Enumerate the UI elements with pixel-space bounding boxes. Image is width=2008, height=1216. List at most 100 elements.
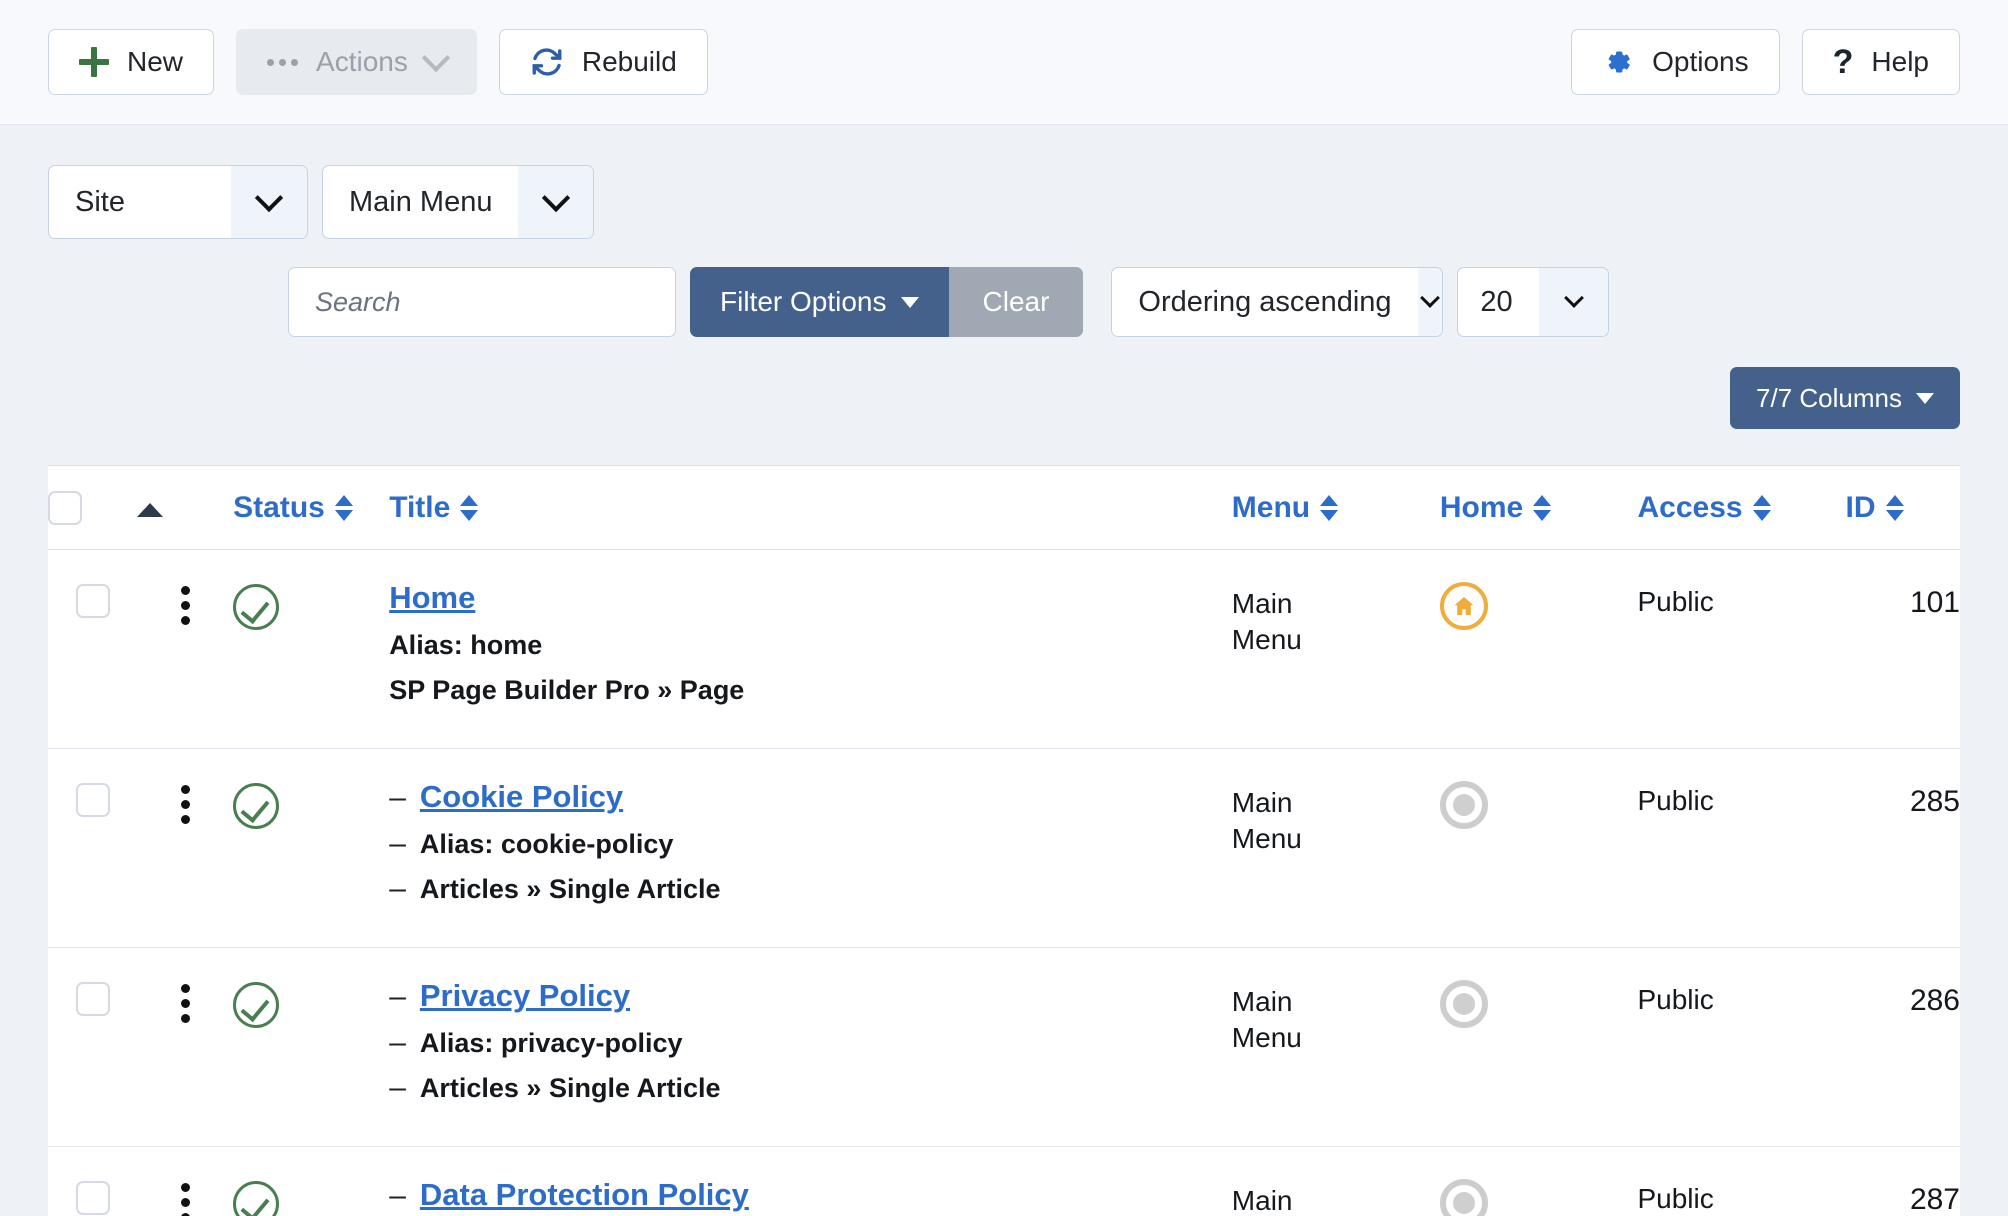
home-header[interactable]: Home [1439, 464, 1638, 551]
chevron-down-icon [1538, 268, 1609, 336]
row-checkbox[interactable] [75, 783, 110, 818]
id-header-label: ID [1845, 490, 1876, 524]
row-select-cell [48, 748, 138, 948]
row-status-cell [233, 947, 390, 1147]
indent-dash-icon: – [389, 872, 406, 906]
new-button[interactable]: New [48, 29, 215, 95]
row-id-value: 101 [1909, 586, 1960, 620]
row-alias: Alias: privacy-policy [419, 1028, 683, 1059]
select-all-checkbox[interactable] [48, 491, 82, 526]
row-checkbox[interactable] [75, 982, 110, 1017]
status-published-icon[interactable] [233, 1181, 280, 1216]
refresh-icon [530, 45, 564, 79]
options-button[interactable]: Options [1571, 29, 1780, 95]
menu-header[interactable]: Menu [1231, 464, 1440, 551]
site-select[interactable]: Site [48, 165, 308, 239]
filter-options-button[interactable]: Filter Options [690, 267, 949, 337]
row-menu-kebab-icon[interactable] [180, 1147, 190, 1216]
indent-dash-icon: – [389, 1026, 406, 1060]
search-input[interactable] [289, 268, 675, 336]
chevron-down-icon [231, 166, 307, 238]
id-header[interactable]: ID [1845, 464, 1960, 551]
row-status-cell [233, 549, 390, 749]
row-title-cell: – Cookie Policy – Alias: cookie-policy – Arti… [389, 748, 1232, 948]
row-checkbox[interactable] [75, 1181, 110, 1216]
row-id-cell: 101 [1845, 549, 1960, 749]
row-title-cell: – Data Protection Policy [389, 1146, 1232, 1216]
rebuild-button-label: Rebuild [581, 46, 677, 77]
row-title-link[interactable]: Home [389, 580, 475, 616]
menu-items-table-wrapper: Status Title Menu Home Access ID Home Al… [0, 464, 2008, 1216]
indent-dash-icon: – [389, 827, 406, 861]
caret-down-icon [900, 296, 919, 308]
menu-items-table: Status Title Menu Home Access ID Home Al… [48, 464, 1960, 1216]
row-id-value: 287 [1909, 1183, 1960, 1216]
row-menu-kebab-icon[interactable] [180, 550, 190, 626]
chevron-down-icon [518, 166, 593, 238]
ordering-header[interactable] [137, 464, 234, 551]
list-limit-select[interactable]: 20 [1457, 267, 1610, 337]
home-not-default-icon[interactable] [1439, 1179, 1488, 1216]
row-select-cell [48, 1146, 138, 1216]
sort-icon [1533, 494, 1552, 521]
home-default-icon[interactable] [1439, 582, 1488, 631]
row-type: Articles » Single Article [419, 874, 721, 905]
row-menu-cell: Main Menu [1231, 549, 1440, 749]
scope-select-row: Site Main Menu [48, 125, 1960, 239]
chevron-down-icon [421, 43, 450, 73]
status-header-label: Status [233, 490, 325, 524]
ordering-select-value: Ordering ascending [1138, 285, 1392, 318]
sort-icon [1752, 494, 1771, 521]
row-type: SP Page Builder Pro » Page [389, 675, 745, 706]
row-checkbox[interactable] [75, 584, 110, 619]
caret-down-icon [1916, 392, 1934, 404]
indent-dash-icon: – [389, 1071, 406, 1105]
row-menu-kebab-icon[interactable] [180, 948, 190, 1024]
clear-filters-button[interactable]: Clear [948, 267, 1084, 337]
row-menu-name: Main [1231, 1185, 1293, 1216]
row-menu-name: Main Menu [1231, 787, 1302, 854]
rebuild-button[interactable]: Rebuild [498, 29, 708, 95]
row-title-link[interactable]: Data Protection Policy [420, 1177, 749, 1213]
search-filter-row: Filter Options Clear Ordering ascending … [288, 267, 1960, 337]
access-header[interactable]: Access [1637, 464, 1846, 551]
actions-button[interactable]: Actions [236, 29, 477, 95]
status-published-icon[interactable] [233, 783, 280, 830]
row-title-cell: – Privacy Policy – Alias: privacy-policy – Ar… [389, 947, 1232, 1147]
row-id-cell: 285 [1845, 748, 1960, 948]
caret-up-icon[interactable] [137, 502, 164, 517]
row-alias: Alias: cookie-policy [419, 829, 674, 860]
row-home-cell [1439, 1146, 1638, 1216]
indent-dash-icon: – [389, 781, 406, 815]
columns-toggle-button[interactable]: 7/7 Columns [1730, 367, 1960, 429]
help-button[interactable]: ? Help [1801, 29, 1960, 95]
search-box[interactable] [288, 267, 676, 337]
row-alias: Alias: home [389, 630, 543, 661]
status-published-icon[interactable] [233, 584, 280, 631]
table-row: – Privacy Policy – Alias: privacy-policy – Ar… [48, 947, 1960, 1147]
row-home-cell [1439, 947, 1638, 1147]
row-menu-cell: Main [1231, 1146, 1440, 1216]
home-not-default-icon[interactable] [1439, 980, 1488, 1029]
row-title-link[interactable]: Privacy Policy [420, 978, 630, 1014]
row-menu-name: Main Menu [1231, 986, 1302, 1053]
home-not-default-icon[interactable] [1439, 781, 1488, 830]
select-all-header [48, 464, 138, 551]
menu-select[interactable]: Main Menu [322, 165, 594, 239]
filter-area: Site Main Menu Filter Options Clear Orde… [0, 125, 2008, 465]
row-menu-kebab-icon[interactable] [180, 749, 190, 825]
row-access-value: Public [1637, 1183, 1714, 1215]
title-header[interactable]: Title [389, 464, 1232, 551]
gear-icon [1602, 46, 1634, 78]
status-published-icon[interactable] [233, 982, 280, 1029]
row-status-cell [233, 748, 390, 948]
plus-icon [79, 47, 109, 77]
ordering-select[interactable]: Ordering ascending [1111, 267, 1444, 337]
actions-button-label: Actions [316, 46, 408, 77]
status-header[interactable]: Status [233, 464, 390, 551]
row-title-link[interactable]: Cookie Policy [420, 779, 623, 815]
row-access-cell: Public [1637, 947, 1846, 1147]
ellipsis-icon [267, 58, 299, 66]
menu-header-label: Menu [1231, 490, 1311, 524]
indent-dash-icon: – [389, 1179, 406, 1213]
